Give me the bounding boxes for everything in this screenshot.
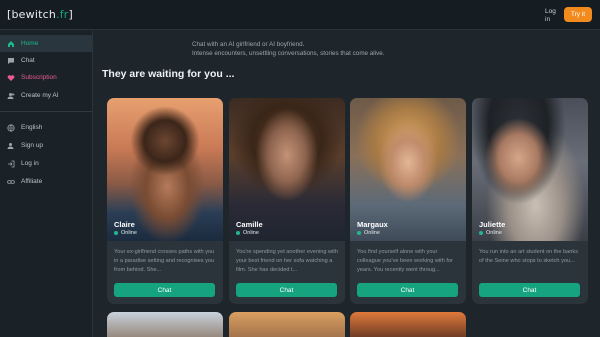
sidebar-item-label: Sign up <box>21 142 44 149</box>
sidebar-item-chat[interactable]: Chat <box>0 52 93 69</box>
user-add-icon <box>7 142 15 150</box>
character-card-camille[interactable]: Camille Online You're spending yet anoth… <box>229 98 345 304</box>
sidebar-item-label: Chat <box>21 57 35 64</box>
character-card-partial[interactable] <box>350 312 466 337</box>
character-card-claire[interactable]: Claire Online Your ex-girlfriend crosses… <box>107 98 223 304</box>
online-label: Online <box>364 230 380 236</box>
character-name: Camille <box>236 220 263 229</box>
logo-suffix: ] <box>68 8 74 21</box>
section-title: They are waiting for you ... <box>102 68 235 80</box>
online-status: Online <box>114 230 137 236</box>
chat-button[interactable]: Chat <box>114 283 215 297</box>
sidebar-item-home[interactable]: Home <box>0 35 93 52</box>
globe-icon <box>7 123 15 132</box>
sidebar-item-label: Subscription <box>21 74 57 81</box>
character-description: Your ex-girlfriend crosses paths with yo… <box>114 249 215 273</box>
online-dot-icon <box>114 231 118 235</box>
sidebar-item-sign-up[interactable]: Sign up <box>0 137 93 154</box>
sidebar-item-label: Create my AI <box>21 92 59 99</box>
chat-button[interactable]: Chat <box>479 283 580 297</box>
character-name: Juliette <box>479 220 506 229</box>
sidebar-item-log-in[interactable]: Log in <box>0 155 93 172</box>
logo-prefix: [bewitch <box>7 8 57 21</box>
login-link[interactable]: Log in <box>545 8 559 24</box>
sidebar-divider <box>0 111 93 112</box>
hero-subtitle: Chat with an AI girlfriend or AI boyfrie… <box>192 40 385 58</box>
online-dot-icon <box>479 231 483 235</box>
sidebar-item-subscription[interactable]: Subscription <box>0 69 93 86</box>
online-status: Online <box>357 230 380 236</box>
character-card-juliette[interactable]: Juliette Online You run into an art stud… <box>472 98 588 304</box>
online-label: Online <box>243 230 259 236</box>
character-card-partial[interactable] <box>229 312 345 337</box>
sidebar: Home Chat Subscription Create my AI Engl… <box>0 31 93 337</box>
online-label: Online <box>121 230 137 236</box>
sidebar-item-label: Home <box>21 40 39 47</box>
character-card-partial[interactable] <box>107 312 223 337</box>
online-label: Online <box>486 230 502 236</box>
home-icon <box>7 40 15 48</box>
character-description: You run into an art student on the banks… <box>479 249 578 264</box>
sidebar-item-create-my-ai[interactable]: Create my AI <box>0 87 93 104</box>
character-description: You're spending yet another evening with… <box>236 249 338 273</box>
online-dot-icon <box>236 231 240 235</box>
heart-icon <box>7 74 15 82</box>
chat-icon <box>7 57 15 65</box>
logo-accent: .fr <box>56 8 69 21</box>
character-card-margaux[interactable]: Margaux Online You find yourself alone w… <box>350 98 466 304</box>
online-dot-icon <box>357 231 361 235</box>
hero-line-2: Intense encounters, unsettling conversat… <box>192 50 385 57</box>
login-icon <box>7 160 15 168</box>
hero-line-1: Chat with an AI girlfriend or AI boyfrie… <box>192 41 305 48</box>
sidebar-item-english[interactable]: English <box>0 119 93 136</box>
top-bar: [bewitch.fr] Log in Try it <box>0 0 600 30</box>
character-description: You find yourself alone with your collea… <box>357 249 453 273</box>
chat-button[interactable]: Chat <box>236 283 337 297</box>
sidebar-item-label: Log in <box>21 160 39 167</box>
user-plus-icon <box>7 92 15 100</box>
character-name: Margaux <box>357 220 388 229</box>
sidebar-item-label: English <box>21 124 43 131</box>
online-status: Online <box>479 230 502 236</box>
logo[interactable]: [bewitch.fr] <box>7 8 73 21</box>
sidebar-item-label: Affiliate <box>21 178 43 185</box>
chat-button[interactable]: Chat <box>357 283 458 297</box>
link-icon <box>7 178 15 186</box>
online-status: Online <box>236 230 259 236</box>
character-name: Claire <box>114 220 135 229</box>
sidebar-item-affiliate[interactable]: Affiliate <box>0 173 93 190</box>
try-it-button[interactable]: Try it <box>564 7 592 22</box>
